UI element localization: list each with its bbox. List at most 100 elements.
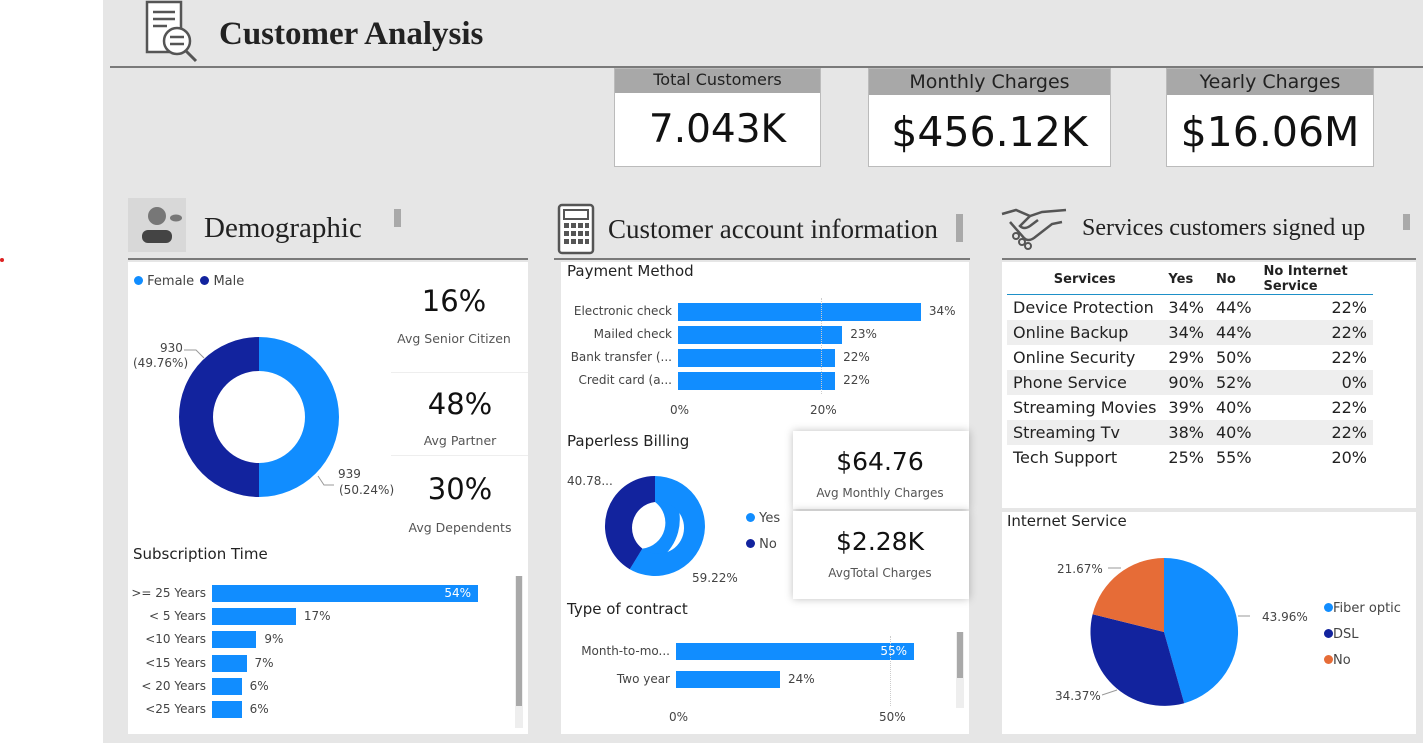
scrollbar-thumb[interactable] xyxy=(957,632,963,678)
contract-chart[interactable]: Month-to-mo... 55% Two year 24% xyxy=(561,636,969,696)
table-row[interactable]: Online Backup 34% 44% 22% xyxy=(1007,319,1373,345)
legend-yes-icon xyxy=(746,513,755,522)
avg-monthly-card: $64.76 Avg Monthly Charges xyxy=(793,431,969,509)
bar[interactable] xyxy=(212,677,242,695)
cell-service: Streaming Movies xyxy=(1013,397,1157,417)
stat-divider xyxy=(391,372,528,373)
avg-total-card: $2.28K AvgTotal Charges xyxy=(793,511,969,599)
internet-legend: Fiber optic DSL No xyxy=(1324,596,1401,674)
kpi-total-customers[interactable]: Total Customers 7.043K xyxy=(614,68,821,167)
section-divider xyxy=(554,258,970,260)
bar-category-label: Two year xyxy=(616,672,670,686)
subscription-time-chart[interactable]: >= 25 Years 54% < 5 Years 17% <10 Years 9% <15… xyxy=(128,580,518,725)
bar[interactable] xyxy=(212,631,257,649)
table-row[interactable]: Tech Support 25% 55% 20% xyxy=(1007,445,1373,470)
scroll-handle[interactable] xyxy=(956,214,963,242)
cell-yes: 34% xyxy=(1162,319,1210,345)
table-row[interactable]: Streaming Movies 39% 40% 22% xyxy=(1007,395,1373,420)
bar-category-label: >= 25 Years xyxy=(131,586,206,600)
cell-yes: 25% xyxy=(1168,447,1204,467)
donut-slice-male xyxy=(179,337,259,497)
paperless-donut[interactable] xyxy=(600,468,740,588)
legend-male: Male xyxy=(213,274,245,289)
pie-label-fiber: 43.96% xyxy=(1262,610,1308,624)
internet-service-title: Internet Service xyxy=(1007,512,1127,530)
bar[interactable] xyxy=(212,608,296,626)
bar[interactable] xyxy=(676,671,780,688)
scroll-handle[interactable] xyxy=(1403,214,1410,230)
bar-category-label: <25 Years xyxy=(145,702,206,716)
bar-category-label: < 5 Years xyxy=(149,609,206,624)
cell-yes: 29% xyxy=(1168,347,1204,367)
kpi-value: $16.06M xyxy=(1180,108,1360,156)
bar-category-label: Bank transfer (... xyxy=(570,350,672,364)
table-row[interactable]: Phone Service 90% 52% 0% xyxy=(1007,369,1373,395)
legend-no-icon xyxy=(746,539,755,548)
bar-data-label: 9% xyxy=(264,632,284,647)
paperless-no-label: 40.78... xyxy=(567,474,613,488)
stray-dot xyxy=(0,258,4,262)
scrollbar-thumb[interactable] xyxy=(516,576,522,706)
dependents-label: Avg Dependents xyxy=(408,520,512,535)
bar-data-label: 54% xyxy=(444,586,472,600)
cell-service: Online Security xyxy=(1013,347,1136,367)
bar[interactable] xyxy=(678,326,843,344)
section-divider xyxy=(128,258,528,260)
donut-slice-female xyxy=(259,337,339,497)
kpi-label: Yearly Charges xyxy=(1167,69,1373,95)
legend-dsl-icon xyxy=(1324,629,1333,638)
bar-category-label: <10 Years xyxy=(145,632,206,647)
col-header-yes[interactable]: Yes xyxy=(1162,264,1210,295)
bar[interactable] xyxy=(678,372,836,390)
senior-citizen-label: Avg Senior Citizen xyxy=(397,331,511,346)
table-row[interactable]: Streaming Tv 38% 40% 22% xyxy=(1007,419,1373,445)
axis-gridline xyxy=(821,298,822,394)
bar-data-label: 7% xyxy=(254,655,274,670)
table-row[interactable]: Online Security 29% 50% 22% xyxy=(1007,345,1373,370)
scroll-handle[interactable] xyxy=(394,209,401,227)
bar[interactable] xyxy=(212,654,247,672)
section-title-demographic: Demographic xyxy=(204,212,362,244)
bar-category-label: Month-to-mo... xyxy=(581,644,670,658)
female-count-label: 939 xyxy=(338,467,361,481)
payment-method-chart[interactable]: Electronic check 34% Mailed check 23% Bank t… xyxy=(561,296,969,396)
bar-data-label: 55% xyxy=(880,644,907,658)
kpi-label: Monthly Charges xyxy=(869,69,1110,95)
cell-service: Device Protection xyxy=(1013,297,1154,317)
page-title: Customer Analysis xyxy=(219,16,484,52)
bar-data-label: 6% xyxy=(249,702,269,716)
legend-female-icon xyxy=(134,276,143,285)
subscription-time-title: Subscription Time xyxy=(133,545,268,563)
services-table: Services Yes No No Internet Service Devi… xyxy=(1007,264,1373,470)
cell-no-internet: 22% xyxy=(1331,297,1367,317)
report-icon xyxy=(140,0,202,64)
bar-data-label: 17% xyxy=(303,609,331,624)
col-header-no-internet[interactable]: No Internet Service xyxy=(1257,264,1373,295)
avg-total-value: $2.28K xyxy=(836,527,924,556)
kpi-monthly-charges[interactable]: Monthly Charges $456.12K xyxy=(868,68,1111,167)
cell-no-internet: 22% xyxy=(1257,419,1373,445)
cell-no-internet: 22% xyxy=(1257,319,1373,345)
cell-service: Phone Service xyxy=(1007,369,1163,395)
table-row[interactable]: Device Protection 34% 44% 22% xyxy=(1007,295,1373,320)
col-header-services[interactable]: Services xyxy=(1007,264,1163,295)
leader-line xyxy=(1101,689,1118,696)
cell-yes: 34% xyxy=(1168,297,1204,317)
legend-fiber: Fiber optic xyxy=(1333,601,1401,616)
cell-no: 40% xyxy=(1215,397,1252,417)
bar[interactable] xyxy=(678,303,921,321)
bar[interactable] xyxy=(678,349,836,367)
male-pct-label: (49.76%) xyxy=(133,356,189,370)
col-header-no[interactable]: No xyxy=(1209,264,1258,295)
kpi-yearly-charges[interactable]: Yearly Charges $16.06M xyxy=(1166,68,1374,167)
bar[interactable] xyxy=(676,643,915,660)
bar[interactable] xyxy=(212,585,479,602)
cell-service: Tech Support xyxy=(1013,447,1118,467)
legend-no: No xyxy=(759,537,777,552)
bar[interactable] xyxy=(212,701,242,718)
kpi-value: $456.12K xyxy=(891,108,1088,156)
internet-service-pie[interactable] xyxy=(1080,550,1250,715)
legend-no-icon xyxy=(1324,655,1333,664)
cell-no-internet: 20% xyxy=(1331,447,1367,467)
payment-method-title: Payment Method xyxy=(567,262,694,280)
